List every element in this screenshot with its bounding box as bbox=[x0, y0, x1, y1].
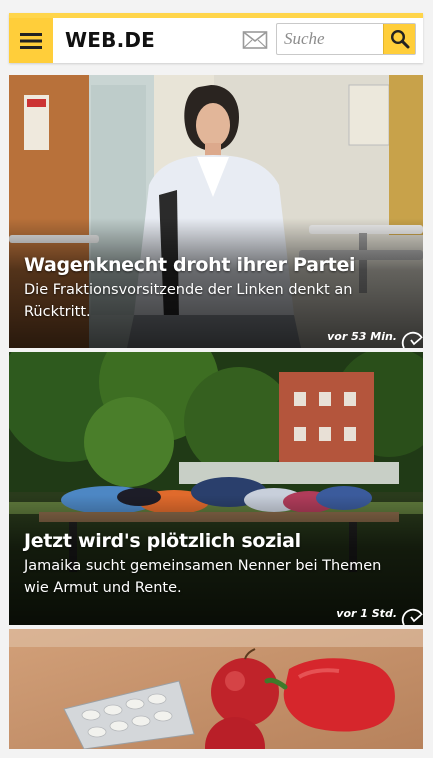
search-input[interactable] bbox=[278, 25, 382, 53]
search-box bbox=[276, 23, 416, 55]
article-card[interactable]: Wagenknecht droht ihrer Partei Die Frakt… bbox=[9, 75, 423, 348]
header: WEB.DE bbox=[9, 13, 423, 63]
magnifier-icon bbox=[390, 29, 409, 49]
article-teaser[interactable]: Die Fraktionsvorsitzende der Linken denk… bbox=[24, 279, 404, 323]
article-headline[interactable]: Wagenknecht droht ihrer Partei bbox=[24, 254, 356, 276]
article-headline[interactable]: Jetzt wird's plötzlich sozial bbox=[24, 530, 301, 552]
article-timestamp: vor 1 Std. bbox=[336, 607, 397, 620]
article-teaser[interactable]: Jamaika sucht gemeinsamen Nenner bei The… bbox=[24, 555, 404, 599]
article-card[interactable] bbox=[9, 629, 423, 749]
article-timestamp: vor 53 Min. bbox=[327, 330, 397, 343]
menu-button[interactable] bbox=[9, 18, 53, 63]
search-button[interactable] bbox=[383, 24, 415, 54]
app: WEB.DE Suche Wagenknecht droht ihrer Par… bbox=[0, 0, 433, 758]
clock-icon bbox=[401, 608, 423, 625]
hamburger-menu-icon bbox=[20, 32, 42, 49]
clock-icon bbox=[401, 331, 423, 348]
pills-apples-pepper-photo bbox=[9, 629, 423, 749]
logo[interactable]: WEB.DE bbox=[65, 28, 155, 52]
envelope-icon[interactable] bbox=[242, 29, 268, 51]
article-card[interactable]: Jetzt wird's plötzlich sozial Jamaika su… bbox=[9, 352, 423, 625]
